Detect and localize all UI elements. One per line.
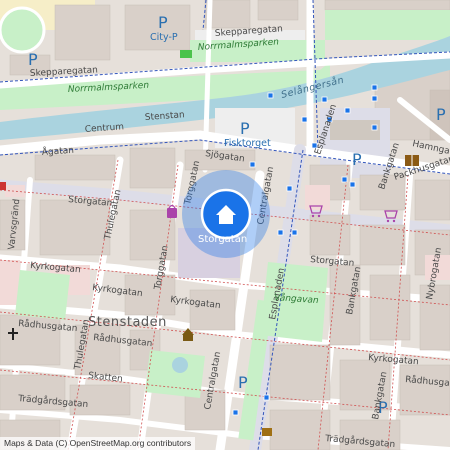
poi-label-fisktorget: Fisktorget [224, 138, 271, 149]
svg-text:P: P [238, 373, 248, 392]
poi-label-city-p: City-P [150, 32, 178, 43]
shop-icon-left [0, 182, 6, 190]
map-attribution: Maps & Data (C) OpenStreetMap.org contri… [0, 437, 196, 450]
bank-icon [262, 428, 272, 436]
parking-icon-3: P [240, 119, 250, 138]
district-label-stenstaden: Stenstaden [88, 315, 167, 330]
park-top-right [325, 10, 450, 40]
roundabout [0, 6, 46, 54]
bus-station-icon [180, 50, 192, 58]
park-south [145, 350, 205, 398]
pond [172, 357, 188, 373]
parking-icon-5: P [436, 105, 446, 124]
svg-text:P: P [436, 105, 446, 124]
svg-text:P: P [28, 50, 38, 69]
parking-icon-4: P [352, 150, 362, 169]
location-marker-label: Storgatan [198, 234, 247, 245]
park-west [15, 270, 70, 320]
parking-icon-1: P [158, 13, 168, 32]
parking-icon-7: P [238, 373, 248, 392]
parking-icon-2: P [28, 50, 38, 69]
svg-text:P: P [240, 119, 250, 138]
location-marker[interactable]: Storgatan [182, 170, 270, 258]
library-book-icon [405, 155, 419, 166]
svg-text:P: P [352, 150, 362, 169]
map-canvas[interactable]: P P P P P P P Skepparegatan Skepparegata… [0, 0, 450, 450]
svg-text:P: P [158, 13, 168, 32]
